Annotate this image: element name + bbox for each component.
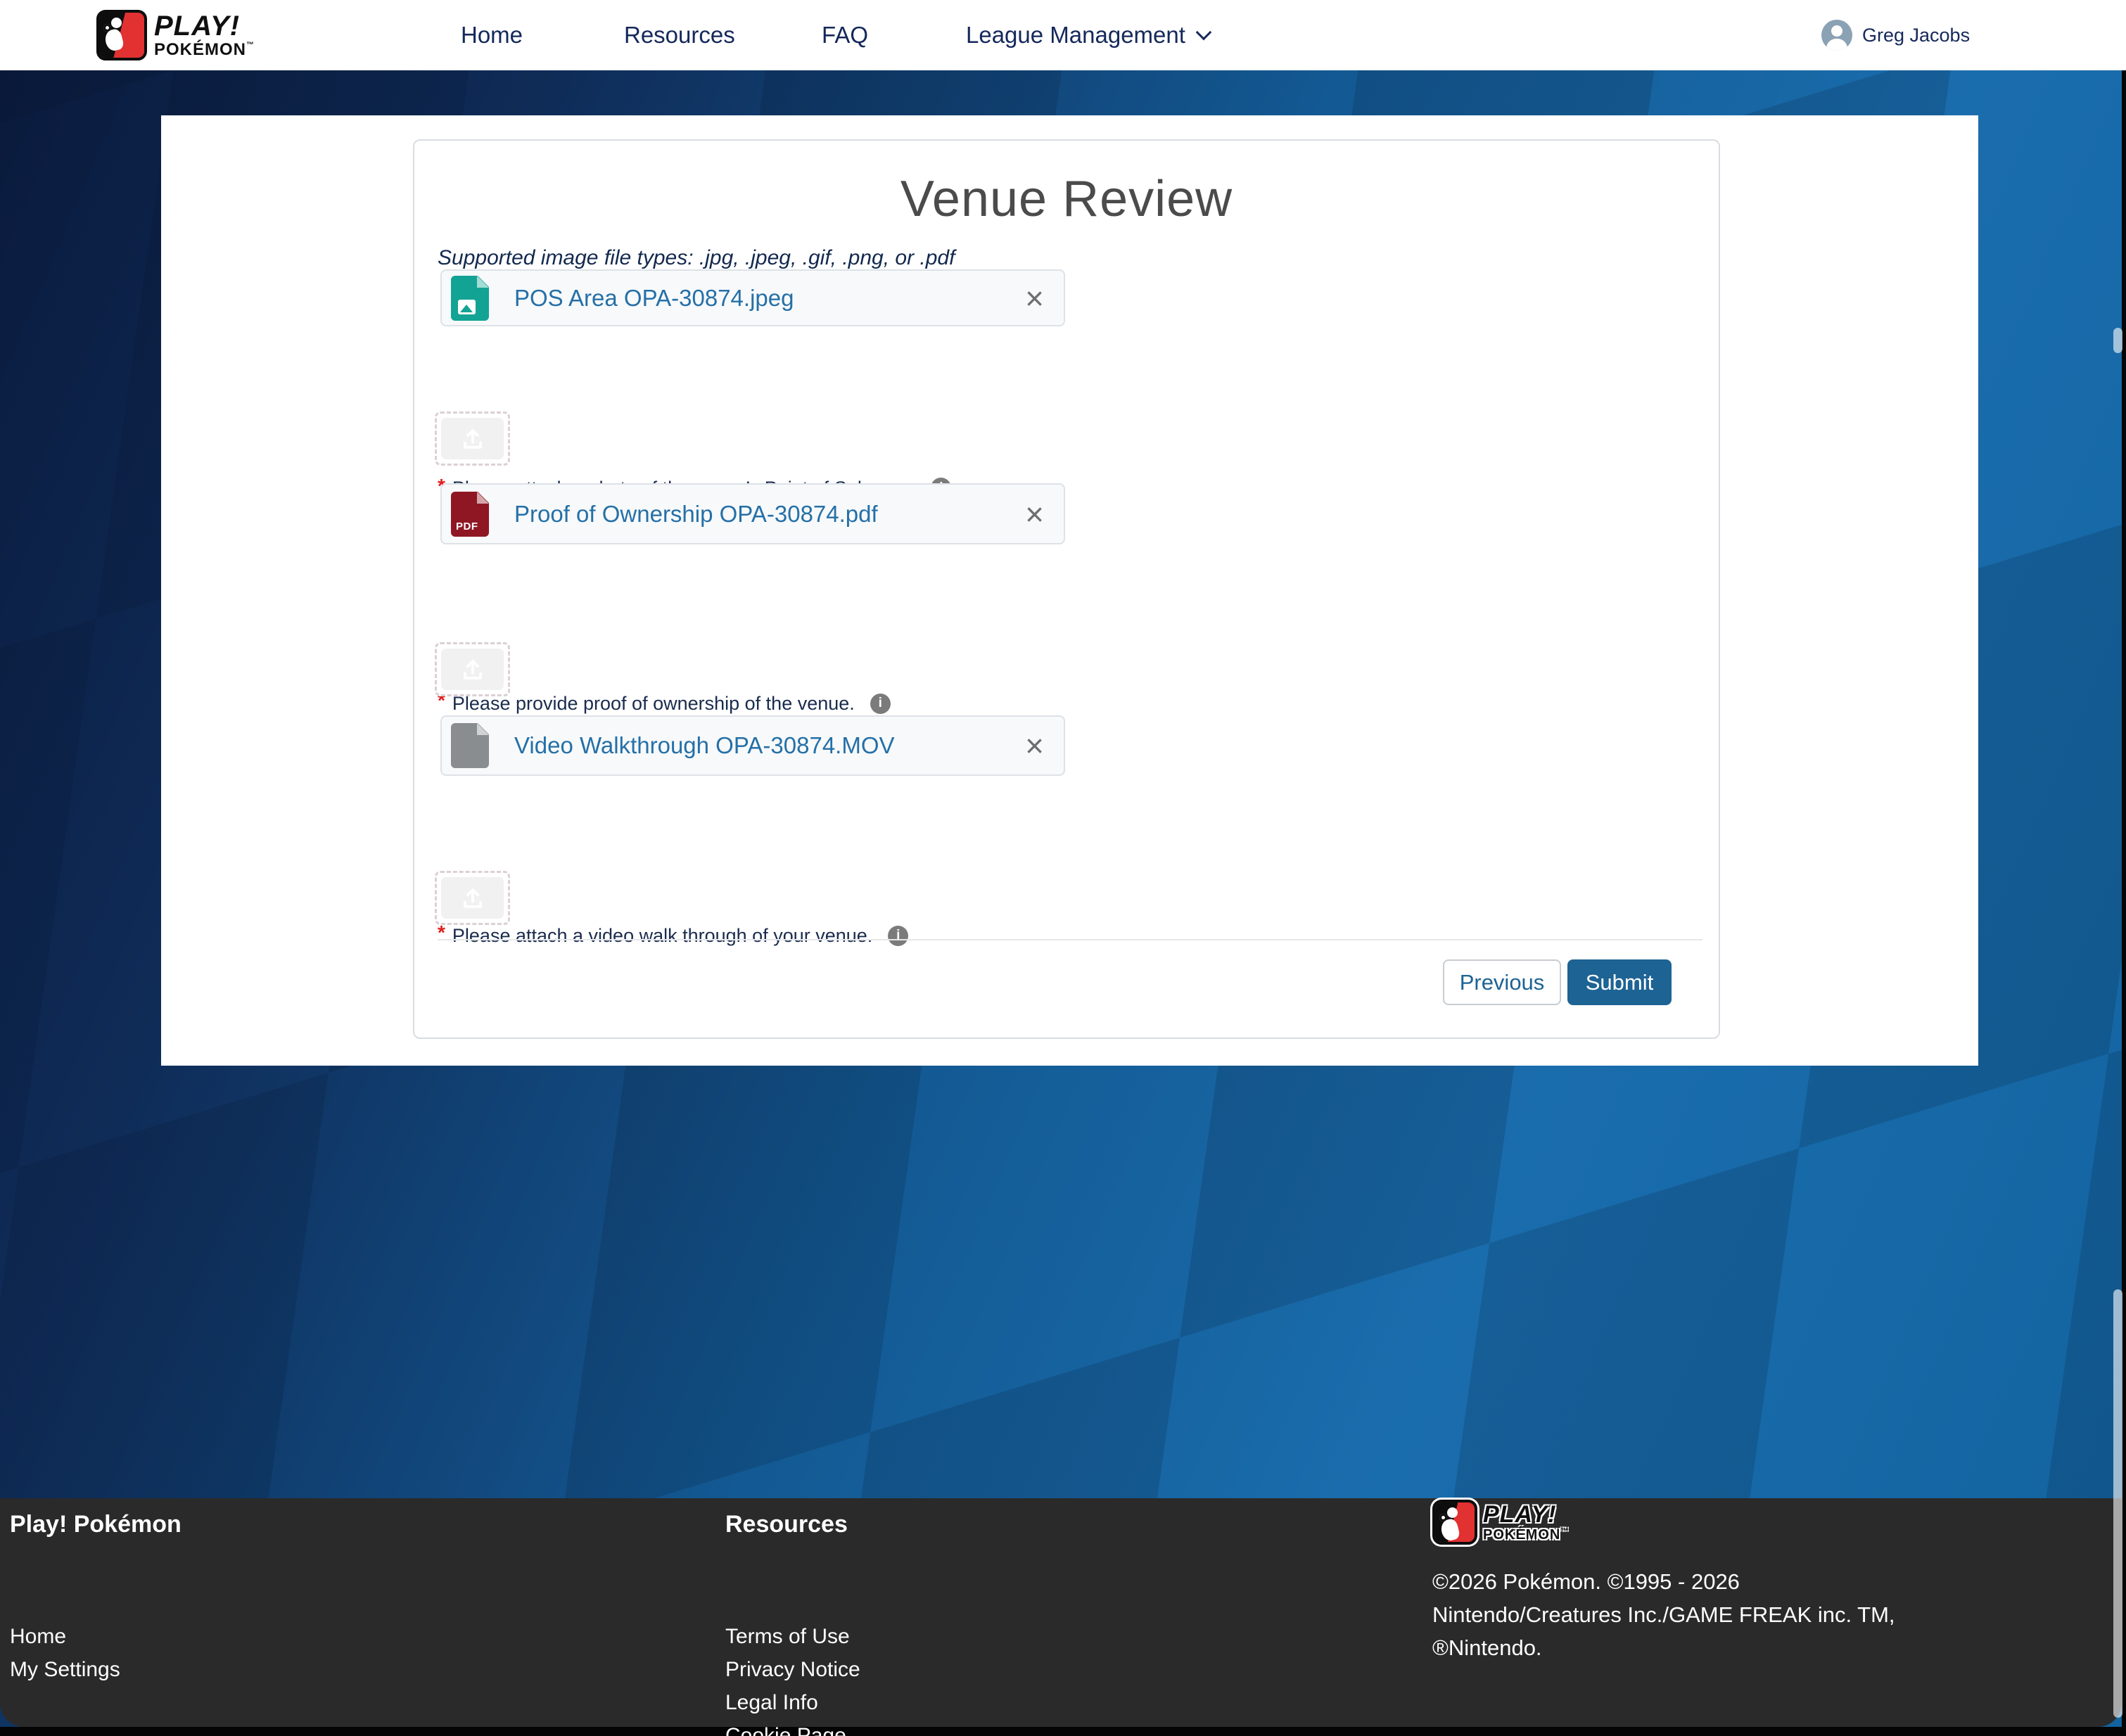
brand-play-text: PLAY! (154, 12, 255, 40)
footer-heading-resources: Resources (725, 1511, 848, 1538)
form-divider (438, 939, 1702, 940)
top-navbar: PLAY! POKÉMON™ Home Resources FAQ League… (0, 0, 2126, 70)
footer-link-terms-of-use[interactable]: Terms of Use (725, 1620, 878, 1653)
file-icon (451, 723, 489, 768)
brand-pokemon-text: POKÉMON™ (154, 42, 255, 58)
upload-icon (441, 877, 504, 919)
footer-link-cookie-page[interactable]: Cookie Page (725, 1719, 878, 1736)
chevron-down-icon (1196, 25, 1212, 41)
user-avatar-icon (1821, 20, 1852, 51)
footer-logo: PLAY! POKÉMON™ (1432, 1500, 1569, 1545)
content-panel: Venue Review Supported image file types:… (161, 115, 1978, 1066)
page: PLAY! POKÉMON™ Home Resources FAQ League… (0, 0, 2126, 1736)
attached-file-video-walkthrough: Video Walkthrough OPA-30874.MOV × (440, 715, 1065, 776)
nav-item-faq[interactable]: FAQ (822, 0, 868, 70)
close-icon: × (1025, 727, 1044, 764)
page-title: Venue Review (414, 170, 1719, 228)
footer-link-privacy-notice[interactable]: Privacy Notice (725, 1653, 878, 1686)
nav-item-resources[interactable]: Resources (624, 0, 735, 70)
upload-icon (441, 418, 504, 459)
info-icon[interactable]: i (870, 694, 891, 714)
play-pokemon-logo-icon (1432, 1500, 1477, 1545)
page-footer: Play! Pokémon Home My Settings Resources… (0, 1498, 2122, 1727)
remove-file-button[interactable]: × (1021, 498, 1048, 530)
upload-button[interactable] (435, 642, 510, 696)
remove-file-button[interactable]: × (1021, 282, 1048, 314)
nav-item-home[interactable]: Home (461, 0, 523, 70)
file-link[interactable]: Proof of Ownership OPA-30874.pdf (514, 501, 878, 528)
attached-file-proof-of-ownership: PDF Proof of Ownership OPA-30874.pdf × (440, 483, 1065, 544)
copyright-text: ©2026 Pokémon. ©1995 - 2026 Nintendo/Cre… (1432, 1565, 1939, 1664)
brand-wordmark: PLAY! POKÉMON™ (154, 12, 255, 58)
close-icon: × (1025, 280, 1044, 317)
file-link[interactable]: POS Area OPA-30874.jpeg (514, 285, 794, 312)
play-pokemon-logo-icon (96, 10, 147, 60)
file-link[interactable]: Video Walkthrough OPA-30874.MOV (514, 732, 895, 759)
scrollbar-thumb[interactable] (2113, 1289, 2122, 1718)
info-icon[interactable]: i (888, 926, 908, 946)
footer-link-home[interactable]: Home (10, 1620, 120, 1653)
close-icon: × (1025, 496, 1044, 532)
upload-button[interactable] (435, 871, 510, 925)
submit-button[interactable]: Submit (1567, 959, 1672, 1005)
upload-icon (441, 649, 504, 690)
scrollbar-thumb-top[interactable] (2113, 328, 2122, 353)
file-types-note: Supported image file types: .jpg, .jpeg,… (438, 246, 955, 270)
user-menu[interactable]: Greg Jacobs (1821, 0, 1970, 70)
image-file-icon (451, 276, 489, 321)
play-pokemon-logo[interactable]: PLAY! POKÉMON™ (96, 10, 255, 60)
venue-review-card: Venue Review Supported image file types:… (413, 139, 1720, 1039)
footer-link-my-settings[interactable]: My Settings (10, 1653, 120, 1686)
remove-file-button[interactable]: × (1021, 729, 1048, 762)
footer-brand-wordmark: PLAY! POKÉMON™ (1483, 1502, 1569, 1542)
previous-button[interactable]: Previous (1443, 959, 1561, 1005)
footer-heading-play-pokemon: Play! Pokémon (10, 1511, 182, 1538)
upload-button[interactable] (435, 411, 510, 466)
field-helper: * Please attach a video walk through of … (438, 924, 908, 947)
footer-link-legal-info[interactable]: Legal Info (725, 1686, 878, 1719)
attached-file-pos-area: POS Area OPA-30874.jpeg × (440, 269, 1065, 326)
user-name: Greg Jacobs (1862, 25, 1970, 46)
pdf-file-icon: PDF (451, 492, 489, 537)
form-actions: Previous Submit (1443, 959, 1672, 1005)
nav-item-league-management[interactable]: League Management (966, 0, 1209, 70)
